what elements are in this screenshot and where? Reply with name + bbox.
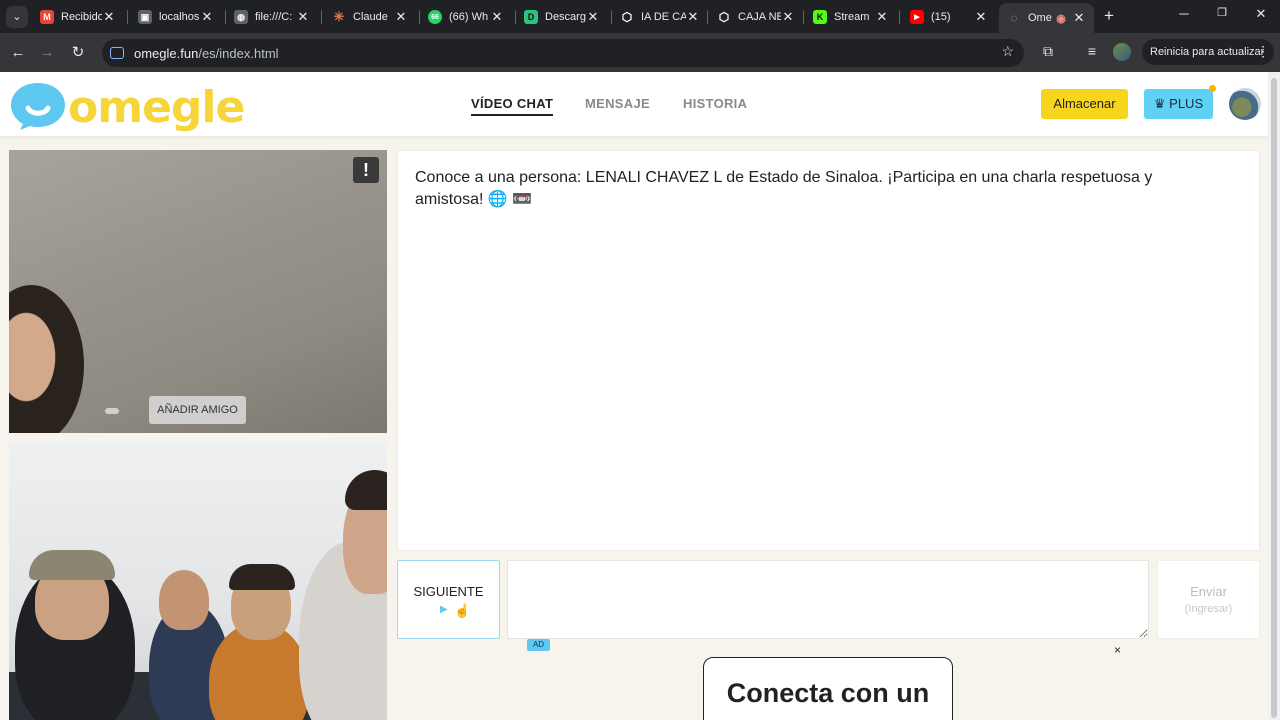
close-icon[interactable]: ✕ [875, 9, 889, 25]
send-label: Enviar [1190, 584, 1227, 599]
browser-tab[interactable]: ✳ Claude ✕ [324, 4, 416, 30]
reload-icon[interactable]: ↻ [68, 43, 88, 63]
back-icon[interactable]: ← [8, 43, 28, 63]
close-icon[interactable]: ✕ [1072, 10, 1086, 26]
address-bar[interactable]: omegle.fun/es/index.html ☆ [102, 39, 1024, 67]
page-icon: ▣ [138, 10, 152, 24]
tab-search-icon[interactable]: ⌄ [6, 6, 28, 28]
nav-mensaje[interactable]: MENSAJE [585, 96, 650, 111]
ad-close-icon[interactable]: × [1114, 643, 1121, 657]
hexagon-icon: ⬡ [621, 10, 633, 24]
logo-wordmark: omegle [68, 82, 245, 133]
browser-tab[interactable]: M Recibido ✕ [32, 4, 124, 30]
browser-tab-active[interactable]: ◌ Ome ◉ ✕ [999, 3, 1094, 33]
omegle-logo[interactable]: omegle [8, 80, 245, 133]
chat-log: Conoce a una persona: LENALI CHAVEZ L de… [397, 150, 1260, 551]
bookmark-star-icon[interactable]: ☆ [1001, 43, 1014, 60]
add-friend-button[interactable]: AÑADIR AMIGO [149, 396, 246, 424]
video-background-detail [105, 408, 119, 414]
profile-avatar[interactable] [1113, 43, 1131, 61]
site-info-icon[interactable] [110, 47, 124, 59]
hexagon-icon: ⬡ [718, 10, 730, 24]
media-control-icon[interactable]: ≡ [1082, 43, 1102, 59]
download-site-icon: D [524, 10, 538, 24]
chat-bubble-logo-icon [11, 83, 65, 130]
browser-tab[interactable]: ⬡ CAJA NE ✕ [709, 4, 803, 30]
gmail-icon: M [40, 10, 54, 24]
person-hair [345, 470, 387, 510]
stranger-figure [9, 285, 84, 433]
message-input[interactable] [507, 560, 1149, 639]
close-icon[interactable]: ✕ [490, 9, 504, 25]
whatsapp-icon: 66 [428, 10, 442, 24]
url-host: omegle.fun [134, 45, 199, 61]
plus-button[interactable]: ♛ PLUS [1144, 89, 1213, 119]
forward-icon[interactable]: → [37, 43, 57, 63]
close-icon[interactable]: ✕ [781, 9, 795, 25]
nav-active-underline [471, 114, 553, 116]
ad-banner[interactable]: Conecta con un [703, 657, 953, 720]
ad-badge: AD [527, 639, 550, 651]
close-icon[interactable]: ✕ [686, 9, 700, 25]
close-icon[interactable]: ✕ [394, 9, 408, 25]
ad-headline: Conecta con un [726, 678, 930, 708]
send-button[interactable]: Enviar (Ingresar) [1157, 560, 1260, 639]
browser-tab[interactable]: D Descarg ✕ [516, 4, 608, 30]
play-icon: ▶ [440, 604, 448, 615]
next-label: SIGUIENTE [413, 584, 484, 599]
new-tab-icon[interactable]: + [1100, 6, 1118, 26]
person-hair [229, 564, 295, 590]
browser-tab[interactable]: 66 (66) Wh ✕ [420, 4, 512, 30]
recording-icon: ◉ [1056, 12, 1066, 25]
user-avatar[interactable] [1229, 88, 1261, 120]
browser-tab[interactable]: K Stream ✕ [805, 4, 897, 30]
close-icon[interactable]: ✕ [586, 9, 600, 25]
globe-icon: ◍ [234, 10, 248, 24]
close-icon[interactable]: ✕ [974, 9, 988, 25]
notification-dot [1209, 85, 1216, 92]
url-path: /es/index.html [198, 45, 279, 61]
nav-historia[interactable]: HISTORIA [683, 96, 747, 111]
close-icon[interactable]: ✕ [200, 9, 214, 25]
scrollbar-thumb[interactable] [1271, 78, 1277, 718]
minimize-icon[interactable]: ─ [1174, 6, 1194, 21]
extensions-icon[interactable]: ⧉ [1038, 43, 1058, 60]
more-menu-icon[interactable]: ⋮ [1256, 43, 1270, 60]
browser-tab[interactable]: ▶ (15) ✕ [902, 4, 996, 30]
browser-tab[interactable]: ◍ file:///C: ✕ [226, 4, 318, 30]
close-icon[interactable]: ✕ [296, 9, 310, 25]
store-button[interactable]: Almacenar [1041, 89, 1128, 119]
person-face [159, 570, 209, 630]
system-message: Conoce a una persona: LENALI CHAVEZ L de… [415, 169, 1153, 208]
remote-video: ! AÑADIR AMIGO [9, 150, 387, 433]
plus-label: PLUS [1169, 96, 1204, 111]
restore-icon[interactable]: ❐ [1212, 6, 1232, 19]
next-button[interactable]: SIGUIENTE ▶ [397, 560, 500, 639]
browser-tab[interactable]: ▣ localhos ✕ [130, 4, 222, 30]
youtube-icon: ▶ [910, 10, 924, 24]
close-icon[interactable]: ✕ [102, 9, 116, 25]
report-button[interactable]: ! [353, 157, 379, 183]
page-scrollbar[interactable] [1268, 72, 1280, 720]
update-button[interactable]: Reinicia para actualizar [1142, 39, 1275, 65]
site-header: omegle VÍDEO CHAT MENSAJE HISTORIA Almac… [0, 72, 1268, 136]
local-video [9, 442, 387, 720]
send-hint: (Ingresar) [1184, 603, 1233, 615]
hand-cursor-icon: ☝ [454, 603, 471, 618]
browser-tab-bar: ⌄ M Recibido ✕ ▣ localhos ✕ ◍ file:///C:… [0, 0, 1280, 33]
omegle-favicon-icon: ◌ [1010, 11, 1018, 25]
browser-tab[interactable]: ⬡ IA DE CA ✕ [612, 4, 708, 30]
person-cap [29, 550, 115, 580]
nav-video-chat[interactable]: VÍDEO CHAT [471, 96, 553, 111]
claude-icon: ✳ [333, 9, 345, 24]
crown-icon: ♛ [1153, 96, 1166, 111]
browser-toolbar: ← → ↻ omegle.fun/es/index.html ☆ ⧉ ≡ [0, 33, 1280, 72]
window-close-icon[interactable]: ✕ [1251, 6, 1271, 22]
kick-icon: K [813, 10, 827, 24]
